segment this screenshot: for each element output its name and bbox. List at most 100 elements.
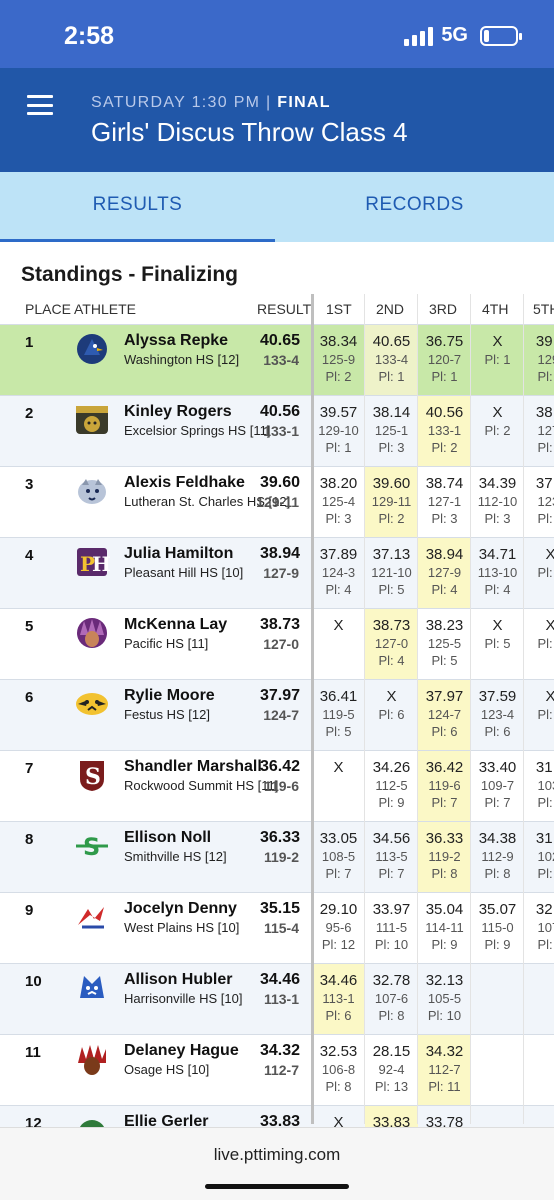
attempt-place: Pl: 6 [537,707,554,722]
event-schedule: SATURDAY 1:30 PM | [91,94,278,111]
result-imperial: 115-4 [263,920,299,936]
attempt-place: Pl: 6 [431,724,458,739]
attempt-place: Pl: 2 [378,511,405,526]
attempt-place: Pl: 4 [431,582,458,597]
result-metric: 36.33 [259,829,300,846]
athlete-name[interactable]: Kinley Rogers [124,403,232,421]
attempt-cell: X Pl: 2 [471,396,524,466]
athlete-name[interactable]: Julia Hamilton [124,545,233,563]
result-imperial: 124-7 [263,707,299,723]
col-attempt-3: 3RD [429,301,458,317]
athlete-school: West Plains HS [10] [124,920,240,935]
tab-results[interactable]: RESULTS [0,172,275,242]
attempt-mark: X [492,333,503,350]
attempt-cell: 31.6 103- Pl: 7 [524,751,554,821]
tab-records[interactable]: RECORDS [275,172,554,242]
attempt-imperial: 121-10 [371,565,412,580]
attempt-cell: 32.6 107- Pl: 9 [524,893,554,963]
athlete-school: Washington HS [12] [124,352,240,367]
attempt-place: Pl: 9 [431,937,458,952]
attempt-mark: 34.46 [319,972,358,989]
athlete-name[interactable]: Allison Hubler [124,971,232,989]
attempt-mark: 37.59 [478,688,517,705]
attempt-place: Pl: 8 [484,866,511,881]
attempt-imperial: 125-1 [374,423,409,438]
athlete-name[interactable]: Delaney Hague [124,1042,239,1060]
wildcat-logo-icon [80,976,104,998]
attempt-place: Pl: 1 [325,440,352,455]
attempt-imperial: 108-5 [321,849,356,864]
attempt-imperial: 92-4 [378,1062,405,1077]
attempt-cell: 38.14 125-1 Pl: 3 [365,396,418,466]
attempt-place: Pl: 8 [431,866,458,881]
athlete-school: Pleasant Hill HS [10] [124,565,244,580]
attempt-cell: X Pl: 6 [365,680,418,750]
attempt-mark: 38.94 [425,546,464,563]
attempt-imperial: 124-7 [427,707,462,722]
cougar-logo-icon [78,479,106,504]
athlete-name[interactable]: Alyssa Repke [124,332,228,350]
athlete-name[interactable]: Ellison Noll [124,829,211,847]
attempt-mark: 36.75 [425,333,464,350]
result-metric: 37.97 [259,687,300,704]
attempt-mark: 32.78 [372,972,411,989]
result-imperial: 113-1 [263,991,299,1007]
attempt-mark: 32.13 [425,972,464,989]
athlete-name[interactable]: McKenna Lay [124,616,227,634]
attempt-cell: 40.56 133-1 Pl: 2 [418,396,471,466]
attempt-imperial: 95-6 [325,920,352,935]
attempt-place: Pl: 5 [325,724,352,739]
url-label[interactable]: live.pttiming.com [0,1145,554,1165]
section-title: Standings - Finalizing [21,263,238,286]
event-header: SATURDAY 1:30 PM | FINAL Girls' Discus T… [0,68,554,172]
attempt-cell: 34.39 112-10 Pl: 3 [471,467,524,537]
attempt-cell [524,964,554,1034]
battery-icon [480,25,522,46]
athlete-name[interactable]: Shandler Marshall [124,758,262,776]
athlete-name[interactable]: Alexis Feldhake [124,474,245,492]
attempt-imperial: 127- [537,423,554,438]
col-result: RESULT [257,301,312,317]
attempt-mark: 37.97 [425,688,464,705]
attempt-place: Pl: 10 [374,937,409,952]
attempt-imperial: 112-5 [375,778,408,793]
attempt-place: Pl: 7 [484,795,511,810]
attempt-cell: 36.33 119-2 Pl: 8 [418,822,471,892]
athlete-name[interactable]: Rylie Moore [124,687,215,705]
attempt-cell: 34.32 112-7 Pl: 11 [418,1035,471,1105]
attempt-place: Pl: 7 [537,795,554,810]
attempt-imperial: 127-9 [427,565,462,580]
athlete-school: Osage HS [10] [124,1062,210,1077]
hamburger-menu-icon[interactable] [27,95,53,115]
attempt-cell: 37.97 124-7 Pl: 6 [418,680,471,750]
place-number: 10 [25,973,42,990]
attempt-mark: 38.14 [372,404,411,421]
attempt-place: Pl: 4 [325,582,352,597]
attempt-imperial: 109-7 [480,778,515,793]
col-athlete: ATHLETE [74,301,136,317]
attempt-imperial: 125-5 [427,636,462,651]
col-attempt-5: 5TH [533,301,554,317]
attempt-place: Pl: 2 [484,423,511,438]
attempt-cell: 38.73 127-0 Pl: 4 [365,609,418,679]
place-number: 9 [25,902,34,919]
home-indicator[interactable] [205,1184,349,1189]
attempt-cell: 39.57 129-10 Pl: 1 [312,396,365,466]
attempt-mark: X [492,617,503,634]
indian-logo-icon [78,1045,106,1075]
attempt-place: Pl: 9 [484,937,511,952]
attempt-place: Pl: 5 [537,636,554,651]
attempt-place: Pl: 5 [431,653,458,668]
attempt-imperial: 113-1 [322,991,355,1006]
attempt-cell: X Pl: 1 [471,325,524,395]
attempt-cell: 36.41 119-5 Pl: 5 [312,680,365,750]
attempt-imperial: 102- [537,849,554,864]
attempt-mark: 34.38 [478,830,517,847]
attempt-cell: 28.15 92-4 Pl: 13 [365,1035,418,1105]
attempt-cell: 38.94 127-9 Pl: 4 [418,538,471,608]
attempt-mark: 31.6 [535,759,554,776]
attempt-imperial: 125-9 [321,352,356,367]
attempt-mark: 33.05 [319,830,358,847]
athlete-name[interactable]: Jocelyn Denny [124,900,237,918]
place-number: 5 [25,618,34,635]
